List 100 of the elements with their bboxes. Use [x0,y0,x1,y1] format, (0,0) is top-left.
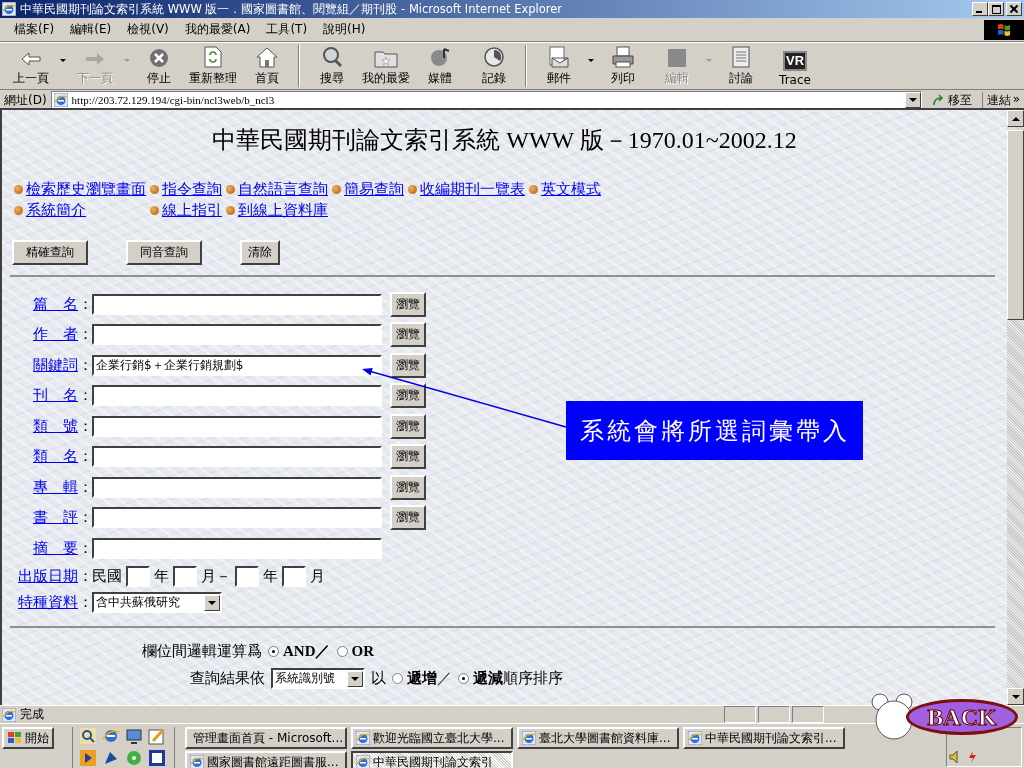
nav-link[interactable]: 簡易查詢 [344,180,404,199]
field-label-link[interactable]: 摘 要 [33,538,78,557]
field-label-link[interactable]: 類 號 [33,416,78,435]
field-label-link[interactable]: 關鍵詞 [33,355,78,374]
toolbar-button[interactable]: 停止 [132,45,186,87]
toolbar-button[interactable]: 首頁 [240,45,299,87]
go-button[interactable]: 移至 [925,91,978,109]
browse-button[interactable]: 瀏覽 [390,383,426,409]
text-field[interactable] [92,537,382,559]
field-label-link[interactable]: 專 輯 [33,477,78,496]
text-field[interactable] [92,293,382,315]
toolbar-button[interactable]: 搜尋 [305,45,359,87]
dropdown-button[interactable] [204,594,220,611]
toolbar-button[interactable]: 重新整理 [186,45,240,87]
date-field[interactable] [282,566,306,587]
field-label-link[interactable]: 類 名 [33,447,78,466]
search-icon[interactable] [79,727,97,745]
menu-item[interactable]: 編輯(E) [62,21,120,38]
taskbar-button[interactable]: 歡迎光臨國立臺北大學... [351,727,513,749]
minimize-button[interactable] [972,2,988,16]
text-field[interactable] [92,446,382,468]
links-label[interactable]: 連結 [986,91,1011,109]
browse-button[interactable]: 瀏覽 [390,505,426,531]
toolbar-button[interactable]: 列印 [596,45,650,87]
windows-logo-icon [7,731,23,745]
nav-link[interactable]: 線上指引 [162,201,222,220]
nav-link[interactable]: 到線上資料庫 [238,201,328,220]
status-pane [792,706,824,723]
date-field[interactable] [173,566,197,587]
menu-item[interactable]: 工具(T) [258,21,316,38]
text-field[interactable] [92,507,382,529]
text-field[interactable] [92,476,382,498]
toolbar-button[interactable]: 記錄 [467,45,526,87]
action-button[interactable]: 清除 [240,240,280,265]
play-icon[interactable] [79,748,97,767]
nav-link[interactable]: 收編期刊一覽表 [420,180,525,199]
restore-button[interactable] [988,2,1004,16]
taskbar-button[interactable]: 中華民國期刊論文索引... [683,727,845,749]
colon: ： [78,593,92,612]
start-button[interactable]: 開始 [2,727,54,749]
desktop-icon[interactable] [125,727,143,745]
field-label-link[interactable]: 特種資料 [18,593,78,611]
text-field[interactable] [92,415,382,437]
sort-select[interactable]: 系統識別號 [271,668,365,689]
action-button[interactable]: 同音查詢 [126,240,202,265]
stop-icon [149,48,169,68]
field-label-link[interactable]: 書 評 [33,508,78,527]
toolbar-button[interactable]: 上一頁 [4,45,68,87]
text-field[interactable] [92,324,382,346]
special-select[interactable]: 含中共蘇俄研究 [92,592,222,613]
taskbar-button[interactable]: 國家圖書館遠距圖書服... [185,751,347,768]
toolbar-button[interactable]: 媒體 [413,45,467,87]
field-label-link[interactable]: 出版日期 [18,567,78,585]
browse-button[interactable]: 瀏覽 [390,322,426,348]
address-field[interactable]: http://203.72.129.194/cgi-bin/ncl3web/b_ncl3 [50,91,922,109]
radio-button[interactable] [336,646,348,657]
text-field[interactable] [92,385,382,407]
browse-button[interactable]: 瀏覽 [390,352,426,378]
nav-link[interactable]: 系統簡介 [26,201,86,220]
field-label-link[interactable]: 篇 名 [33,294,78,313]
close-button[interactable] [1006,2,1022,16]
browse-button[interactable]: 瀏覽 [390,444,426,470]
nav-link[interactable]: 英文模式 [541,180,601,199]
taskbar-button[interactable]: 臺北大學圖書館資料庫... [517,727,679,749]
text-field[interactable]: 企業行銷$＋企業行銷規劃$ [92,354,382,376]
menu-item[interactable]: 說明(H) [315,21,374,38]
radio-button[interactable] [268,646,279,657]
browse-button[interactable]: 瀏覽 [390,413,426,439]
browse-button[interactable]: 瀏覽 [390,474,426,500]
menu-item[interactable]: 檔案(F) [6,21,63,38]
radio-button[interactable] [458,673,469,684]
app-icon [2,2,16,16]
links-chevron[interactable]: » [1012,91,1020,109]
taskbar-button[interactable]: 中華民國期刊論文索引 [351,751,513,768]
toolbar-button[interactable]: 我的最愛 [359,45,413,87]
toolbar-button[interactable]: 討論 [714,45,768,87]
document-icon[interactable] [148,748,166,767]
radio-button[interactable] [392,673,403,684]
menu-item[interactable]: 我的最愛(A) [176,21,259,38]
bullet-icon [14,185,23,194]
toolbar-button[interactable]: VR Trace [768,45,822,87]
date-field[interactable] [235,566,259,587]
dropdown-button[interactable] [347,670,363,687]
field-label-link[interactable]: 刊 名 [33,386,78,405]
toolbar-button[interactable]: 郵件 [532,45,596,87]
taskbar-button[interactable]: 管理畫面首頁 - Microsoft... [185,727,347,749]
menu-item[interactable]: 檢視(V) [119,21,177,38]
trace-logo: VR [782,51,808,71]
date-field[interactable] [126,566,150,587]
date-text: 民國 [92,567,122,586]
browse-button[interactable]: 瀏覽 [390,291,426,317]
field-label-link[interactable]: 作 者 [33,325,78,344]
nav-link[interactable]: 指令查詢 [162,180,222,199]
browser-icon[interactable] [102,727,120,745]
dropdown-button[interactable] [904,92,921,108]
nav-link[interactable]: 自然語言查詢 [238,180,328,199]
date-text: 年 [154,567,169,586]
action-button[interactable]: 精確查詢 [12,240,88,265]
nav-link[interactable]: 檢索歷史瀏覽畫面 [26,180,146,199]
scrollbar[interactable] [1007,110,1024,705]
